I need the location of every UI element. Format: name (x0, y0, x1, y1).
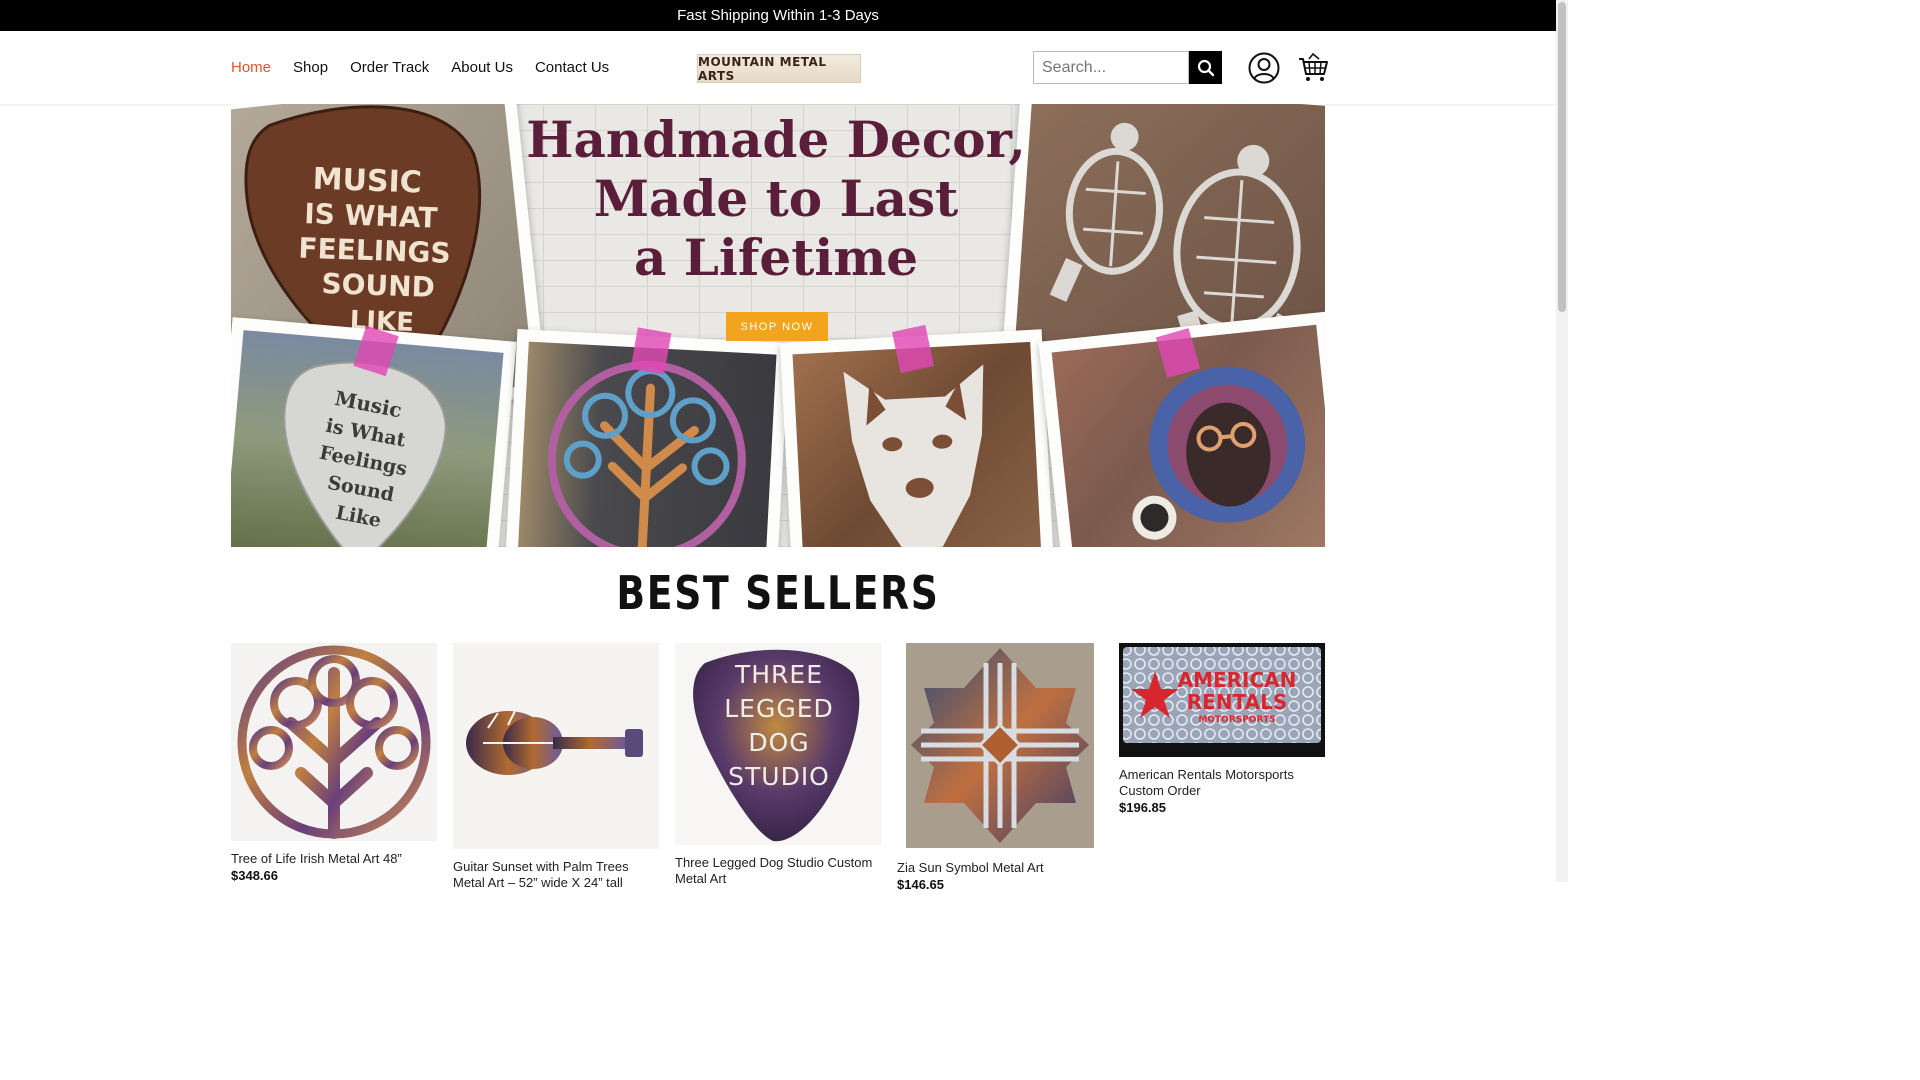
product-price: $348.66 (231, 868, 278, 883)
product-image[interactable] (231, 643, 437, 841)
pick-text-line: DOG (748, 728, 809, 757)
nav-home[interactable]: Home (231, 59, 271, 76)
product-price: $146.65 (897, 877, 944, 892)
logo-line: RENTALS (1187, 690, 1288, 714)
product-price: $196.85 (1119, 800, 1166, 815)
nav-order-track[interactable]: Order Track (350, 59, 429, 76)
scrollbar-thumb[interactable] (1558, 2, 1566, 312)
nav-about-us[interactable]: About Us (451, 59, 513, 76)
announcement-text: Fast Shipping Within 1-3 Days (677, 7, 879, 24)
product-card[interactable]: Guitar Sunset with Palm Trees Metal Art … (453, 643, 659, 890)
hero-title: Handmade Decor, Made to Last a Lifetime (521, 110, 1031, 287)
dog-image (843, 364, 984, 547)
hero-title-line2: Made to Last (593, 169, 959, 228)
dog-studio-pick-image: THREE LEGGED DOG STUDIO (693, 649, 860, 842)
pick-text-line: THREE (734, 660, 823, 689)
product-name-line2[interactable]: Metal Art (675, 871, 726, 887)
tape-decoration (892, 324, 934, 374)
tree-image (547, 360, 746, 547)
product-image[interactable] (453, 643, 659, 849)
american-rentals-image: AMERICAN RENTALS MOTORSPORTS (1123, 647, 1321, 743)
svg-text:FEELINGS: FEELINGS (298, 232, 451, 270)
shop-now-button[interactable]: SHOP NOW (726, 312, 828, 341)
product-image[interactable]: THREE LEGGED DOG STUDIO (675, 643, 881, 845)
product-image[interactable]: AMERICAN RENTALS MOTORSPORTS (1119, 643, 1325, 757)
best-sellers-heading: BEST SELLERS (616, 566, 940, 620)
svg-text:SOUND: SOUND (321, 267, 435, 304)
logo-line: MOTORSPORTS (1198, 715, 1275, 725)
zia-sun-image (911, 648, 1089, 843)
main-nav: Home Shop Order Track About Us Contact U… (231, 31, 609, 104)
nav-shop[interactable]: Shop (293, 59, 328, 76)
guitar-sunset-image (466, 710, 643, 775)
svg-text:MUSIC: MUSIC (312, 162, 422, 201)
product-name-line2[interactable]: Custom Order (1119, 783, 1201, 799)
product-card[interactable]: THREE LEGGED DOG STUDIO Three Legged Dog… (675, 643, 881, 886)
hero-title-line3: a Lifetime (633, 228, 919, 287)
pick-text-line: STUDIO (728, 762, 830, 791)
search-input[interactable] (1033, 51, 1189, 84)
product-image[interactable] (906, 643, 1094, 848)
product-card[interactable]: AMERICAN RENTALS MOTORSPORTS American Re… (1119, 643, 1325, 882)
product-card[interactable]: Tree of Life Irish Metal Art 48” $348.66 (231, 643, 437, 883)
logo-line: AMERICAN (1178, 668, 1297, 692)
account-icon[interactable] (1248, 52, 1280, 84)
page-scrollbar[interactable] (1556, 0, 1568, 882)
site-header: Home Shop Order Track About Us Contact U… (0, 31, 1556, 104)
nav-contact-us[interactable]: Contact Us (535, 59, 609, 76)
search-icon (1197, 59, 1214, 76)
announcement-bar: Fast Shipping Within 1-3 Days (0, 0, 1556, 31)
product-name[interactable]: American Rentals Motorsports (1119, 767, 1294, 783)
pick-text-line: LEGGED (724, 694, 834, 723)
product-name[interactable]: Tree of Life Irish Metal Art 48” (231, 851, 402, 867)
tape-decoration (630, 327, 672, 375)
product-card[interactable]: Zia Sun Symbol Metal Art $146.65 (897, 643, 1103, 892)
product-name[interactable]: Three Legged Dog Studio Custom (675, 855, 872, 871)
cart-icon[interactable] (1297, 52, 1329, 84)
product-name[interactable]: Zia Sun Symbol Metal Art (897, 860, 1044, 876)
site-logo[interactable]: MOUNTAIN METAL ARTS (697, 54, 861, 83)
product-name[interactable]: Guitar Sunset with Palm Trees (453, 859, 629, 875)
svg-text:IS WHAT: IS WHAT (304, 197, 438, 235)
product-name-line2[interactable]: Metal Art – 52” wide X 24” tall (453, 875, 623, 891)
hero-banner[interactable]: MUSIC IS WHAT FEELINGS SOUND LIKE Music … (231, 104, 1325, 547)
search-button[interactable] (1189, 51, 1222, 84)
hero-title-line1: Handmade Decor, (526, 110, 1026, 169)
tree-of-life-image (237, 645, 431, 839)
logo-text: MOUNTAIN METAL ARTS (698, 54, 827, 83)
